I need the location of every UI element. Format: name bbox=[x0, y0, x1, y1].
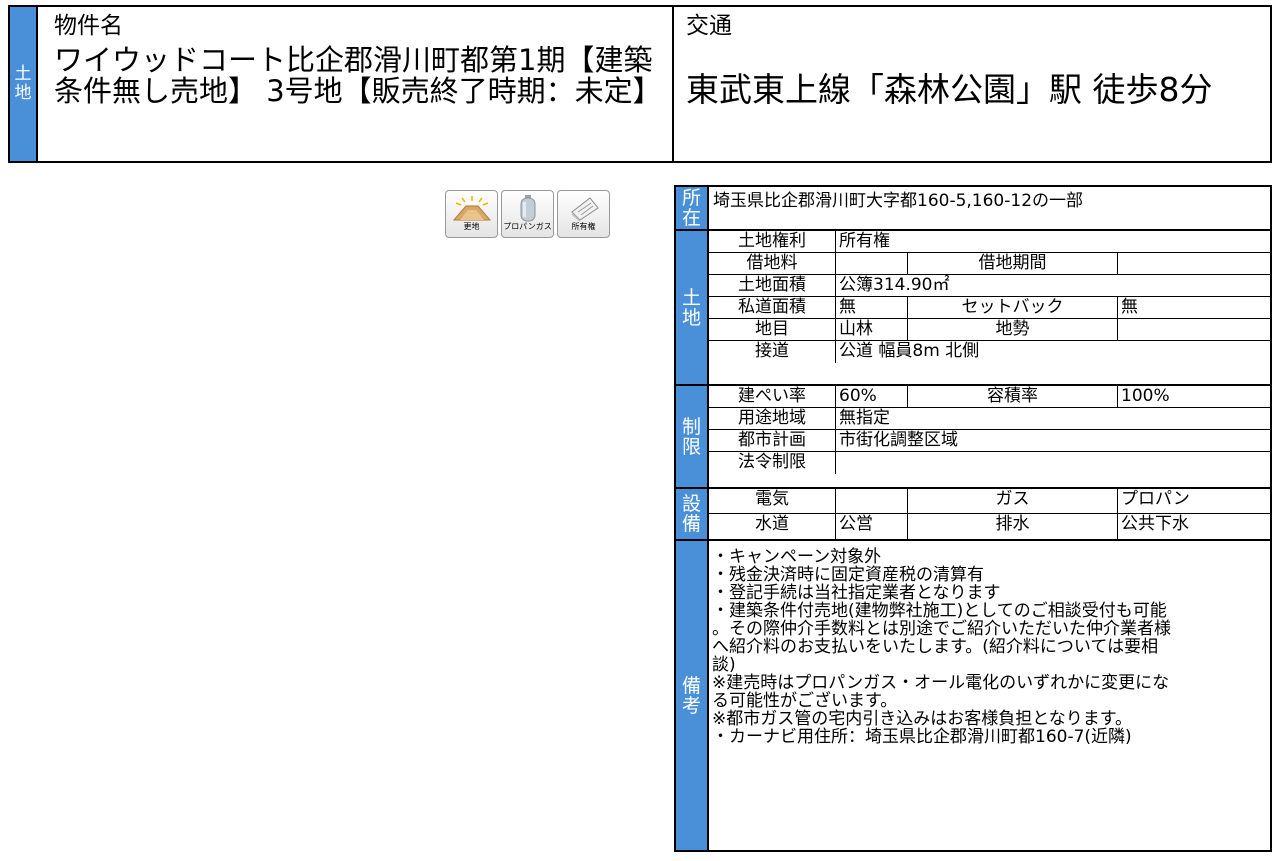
table-row: 土地面積 公簿314.90㎡ bbox=[709, 275, 1270, 297]
restrictions-section: 制 限 建ぺい率 60% 容積率 100% 用途地域 無指定 都市計画 市街化調… bbox=[676, 386, 1270, 489]
traffic-label: 交通 bbox=[686, 13, 732, 39]
property-header: 土 地 物件名 ワイウッドコート比企郡滑川町都第1期【建築条件無し売地】 3号地… bbox=[8, 5, 1272, 163]
table-row: 水道 公営 排水 公共下水 bbox=[709, 514, 1270, 539]
feature-vacant-land: 更地 bbox=[445, 190, 498, 238]
zoning-label: 用途地域 bbox=[738, 408, 806, 428]
land-rights-value: 所有権 bbox=[835, 231, 1270, 252]
type-badge-char: 地 bbox=[14, 83, 32, 103]
city-plan-value: 市街化調整区域 bbox=[835, 430, 1270, 451]
table-row: 電気 ガス プロパン bbox=[709, 489, 1270, 514]
floor-area-ratio-label: 容積率 bbox=[907, 386, 1117, 407]
propane-gas-icon bbox=[520, 195, 535, 222]
setback-label: セットバック bbox=[907, 297, 1117, 318]
remark-line: ・キャンペーン対象外 bbox=[712, 547, 882, 567]
section-label: 備 考 bbox=[676, 541, 707, 850]
section-label: 設 備 bbox=[676, 489, 707, 539]
setback-value: 無 bbox=[1117, 297, 1270, 318]
water-value: 公営 bbox=[835, 514, 907, 539]
table-row: 建ぺい率 60% 容積率 100% bbox=[709, 386, 1270, 408]
terrain-label: 地勢 bbox=[907, 319, 1117, 340]
remark-line: ・カーナビ用住所：埼玉県比企郡滑川町都160-7(近隣) bbox=[712, 727, 1132, 747]
road-access-value: 公道 幅員8m 北側 bbox=[835, 341, 1270, 363]
table-row: 法令制限 bbox=[709, 452, 1270, 474]
remark-line: ・建築条件付売地(建物弊社施工)としてのご相談受付も可能 bbox=[712, 601, 1167, 621]
coverage-ratio-value: 60% bbox=[835, 386, 907, 407]
coverage-ratio-label: 建ぺい率 bbox=[738, 386, 806, 406]
feature-propane-gas: プロパンガス bbox=[501, 190, 554, 238]
table-row: 用途地域 無指定 bbox=[709, 408, 1270, 430]
feature-ownership: 所有権 bbox=[557, 190, 610, 238]
ownership-icon bbox=[570, 197, 599, 222]
location-value: 埼玉県比企郡滑川町大字都160-5,160-12の一部 bbox=[713, 191, 1084, 211]
traffic-cell: 交通 東武東上線「森林公園」駅 徒歩8分 bbox=[672, 7, 1270, 161]
water-label: 水道 bbox=[755, 514, 789, 534]
remarks-section: 備 考 ・キャンペーン対象外 ・残金決済時に固定資産税の清算有 ・登記手続は当社… bbox=[676, 541, 1270, 850]
electricity-label: 電気 bbox=[755, 489, 789, 509]
lease-fee-label: 借地料 bbox=[746, 253, 798, 273]
remark-line: ※建売時はプロパンガス・オール電化のいずれかに変更にな bbox=[712, 673, 1170, 693]
remarks-list: ・キャンペーン対象外 ・残金決済時に固定資産税の清算有 ・登記手続は当社指定業者… bbox=[709, 541, 1270, 746]
gas-label: ガス bbox=[907, 489, 1117, 513]
property-type-badge: 土 地 bbox=[10, 7, 36, 161]
facilities-section: 設 備 電気 ガス プロパン 水道 公営 排水 公共下水 bbox=[676, 489, 1270, 541]
remark-line: る可能性がございます。 bbox=[712, 691, 898, 711]
property-name-cell: 物件名 ワイウッドコート比企郡滑川町都第1期【建築条件無し売地】 3号地【販売終… bbox=[36, 7, 672, 161]
drainage-label: 排水 bbox=[907, 514, 1117, 539]
feature-label: プロパンガス bbox=[503, 222, 552, 231]
land-area-value: 公簿314.90㎡ bbox=[835, 275, 1270, 296]
table-row: 地目 山林 地勢 bbox=[709, 319, 1270, 341]
land-section: 土 地 土地権利 所有権 借地料 借地期間 土地面積 公簿314.90㎡ 私道面… bbox=[676, 231, 1270, 386]
feature-label: 所有権 bbox=[571, 222, 596, 231]
remark-line: ・登記手続は当社指定業者となります bbox=[712, 583, 1001, 603]
remark-line: 。その際仲介手数料とは別途でご紹介いただいた仲介業者様 bbox=[712, 619, 1171, 639]
lease-fee-value bbox=[835, 253, 907, 274]
road-access-label: 接道 bbox=[755, 341, 789, 361]
legal-restriction-value bbox=[835, 452, 1270, 474]
private-road-value: 無 bbox=[835, 297, 907, 318]
land-area-label: 土地面積 bbox=[738, 275, 806, 295]
section-label: 制 限 bbox=[676, 386, 707, 487]
city-plan-label: 都市計画 bbox=[738, 430, 806, 450]
section-label: 所 在 bbox=[676, 187, 707, 229]
table-row: 土地権利 所有権 bbox=[709, 231, 1270, 253]
property-name: ワイウッドコート比企郡滑川町都第1期【建築条件無し売地】 3号地【販売終了時期：… bbox=[54, 43, 662, 108]
table-row: 接道 公道 幅員8m 北側 bbox=[709, 341, 1270, 363]
legal-restriction-label: 法令制限 bbox=[738, 452, 806, 472]
remark-line: ・残金決済時に固定資産税の清算有 bbox=[712, 565, 984, 585]
lease-period-label: 借地期間 bbox=[907, 253, 1117, 274]
feature-label: 更地 bbox=[463, 222, 480, 231]
property-detail-table: 所 在 埼玉県比企郡滑川町大字都160-5,160-12の一部 土 地 土地権利… bbox=[674, 185, 1272, 852]
electricity-value bbox=[835, 489, 907, 513]
drainage-value: 公共下水 bbox=[1117, 514, 1270, 539]
land-category-value: 山林 bbox=[835, 319, 907, 340]
terrain-value bbox=[1117, 319, 1270, 340]
section-label: 土 地 bbox=[676, 231, 707, 384]
zoning-value: 無指定 bbox=[835, 408, 1270, 429]
remark-line: へ紹介料のお支払いをいたします。(紹介料については要相 bbox=[712, 637, 1159, 657]
remark-line: 談) bbox=[712, 655, 736, 675]
type-badge-char: 土 bbox=[14, 64, 32, 84]
floor-area-ratio-value: 100% bbox=[1117, 386, 1270, 407]
remark-line: ※都市ガス管の宅内引き込みはお客様負担となります。 bbox=[712, 709, 1133, 729]
property-name-label: 物件名 bbox=[54, 13, 123, 39]
vacant-land-icon bbox=[452, 196, 491, 221]
land-rights-label: 土地権利 bbox=[738, 231, 806, 251]
gas-value: プロパン bbox=[1117, 489, 1270, 513]
table-row: 借地料 借地期間 bbox=[709, 253, 1270, 275]
land-category-label: 地目 bbox=[755, 319, 789, 339]
traffic-value: 東武東上線「森林公園」駅 徒歩8分 bbox=[686, 70, 1213, 109]
location-section: 所 在 埼玉県比企郡滑川町大字都160-5,160-12の一部 bbox=[676, 187, 1270, 231]
private-road-label: 私道面積 bbox=[738, 297, 806, 317]
table-row: 私道面積 無 セットバック 無 bbox=[709, 297, 1270, 319]
lease-period-value bbox=[1117, 253, 1270, 274]
table-row: 都市計画 市街化調整区域 bbox=[709, 430, 1270, 452]
feature-icons: 更地 プロパンガス 所有権 bbox=[445, 190, 610, 238]
